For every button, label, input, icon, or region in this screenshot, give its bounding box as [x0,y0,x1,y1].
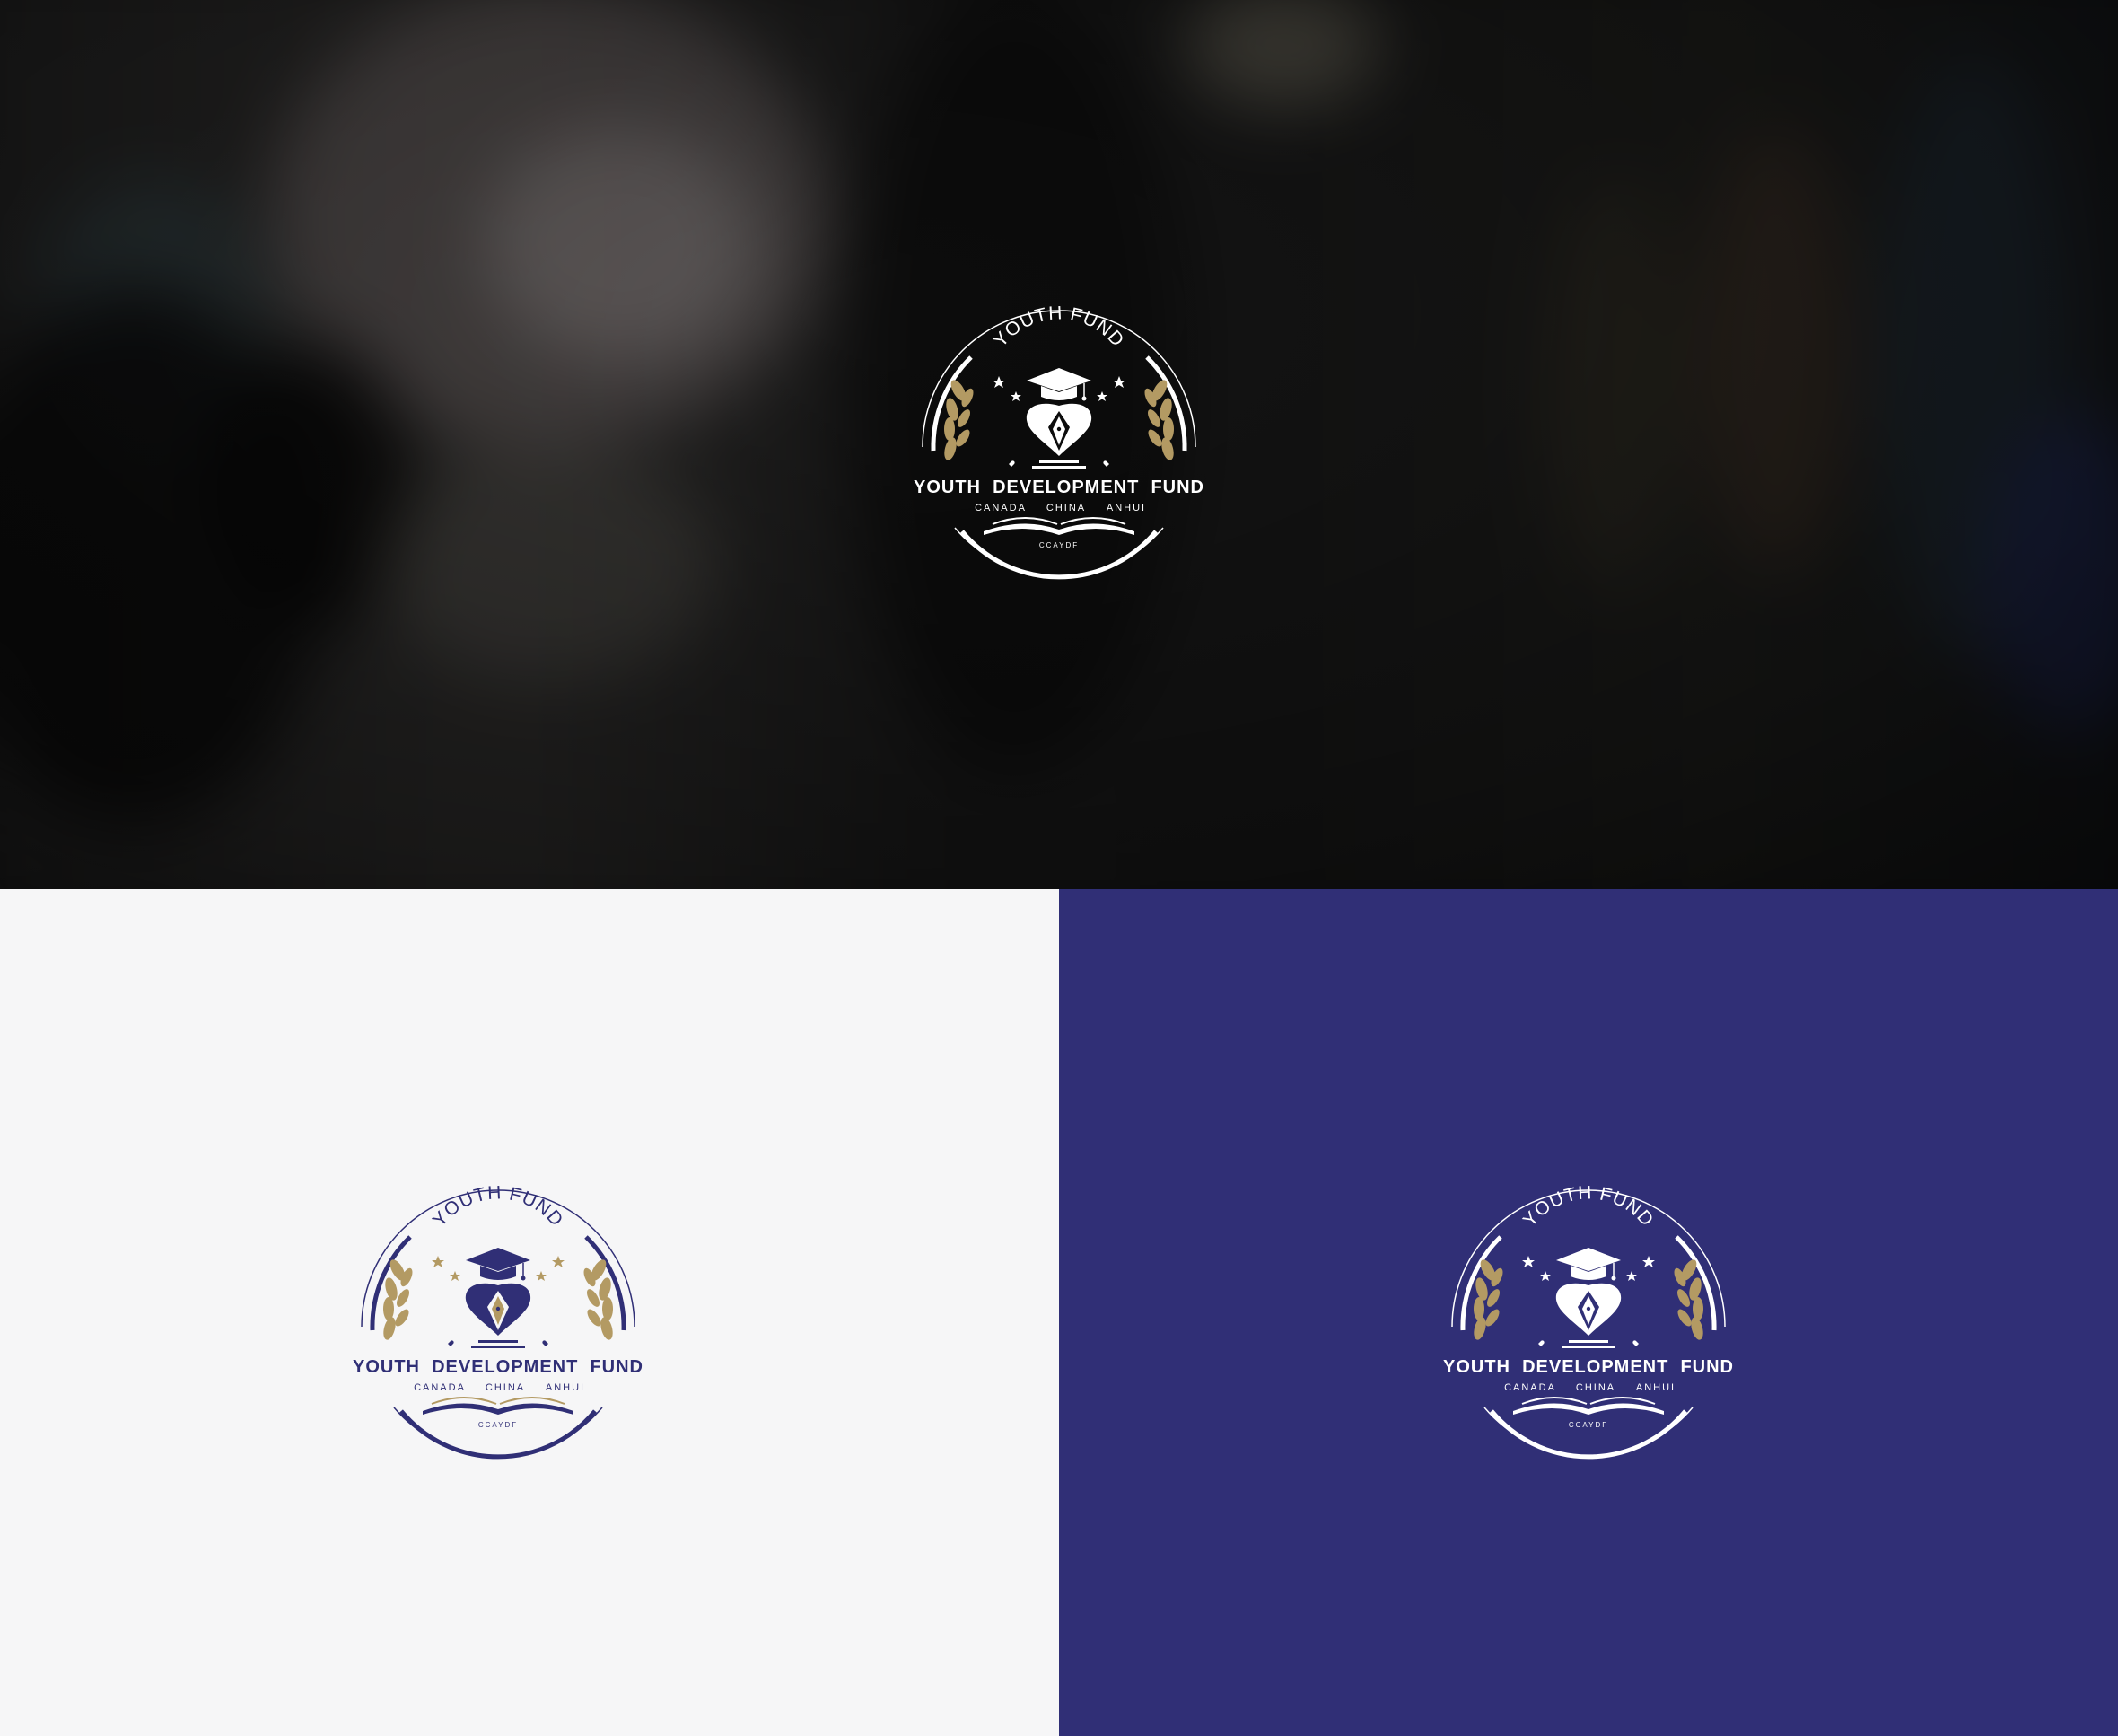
open-book-icon [1513,1397,1664,1415]
logo-location-anhui: ANHUI [546,1382,585,1393]
open-book-icon [984,517,1134,535]
logo-location-canada: CANADA [414,1382,466,1393]
pen-nib-icon [1555,1283,1622,1336]
graduation-cap-icon [1027,368,1091,401]
logo-white-on-photo: YOUTH FUND YOUTH DEVELOPMENT FUND CANADA… [906,296,1212,583]
logo-abbreviation: CCAYDF [478,1421,518,1429]
light-logo-panel: YOUTH FUND YOUTH DEVELOPMENT FUND CANADA… [0,889,1059,1736]
logo-abbreviation: CCAYDF [1569,1421,1608,1429]
logo-arc-text: YOUTH FUND [429,1182,567,1231]
hero-photo-panel: YOUTH FUND YOUTH DEVELOPMENT FUND CANADA… [0,0,2118,889]
logo-location-china: CHINA [1576,1382,1615,1393]
graduation-cap-icon [466,1248,530,1281]
logo-main-text: YOUTH DEVELOPMENT FUND [1443,1357,1734,1377]
pedestal-icon [1009,460,1109,469]
logo-location-canada: CANADA [1504,1382,1556,1393]
open-book-icon [423,1397,573,1415]
logo-location-anhui: ANHUI [1107,503,1146,513]
logo-main-text: YOUTH DEVELOPMENT FUND [914,478,1204,497]
logo-white-on-navy: YOUTH FUND YOUTH DEVELOPMENT FUND CANADA… [1436,1176,1741,1463]
logo-location-anhui: ANHUI [1636,1382,1676,1393]
logo-main-text: YOUTH DEVELOPMENT FUND [353,1357,643,1377]
logo-arc-text: YOUTH FUND [1519,1182,1658,1231]
logo-location-china: CHINA [486,1382,525,1393]
pen-nib-icon [465,1283,531,1336]
logo-location-canada: CANADA [975,503,1027,513]
pedestal-icon [448,1340,548,1348]
pen-nib-icon [1026,403,1092,456]
logo-abbreviation: CCAYDF [1039,541,1079,549]
pedestal-icon [1538,1340,1639,1348]
logo-navy-on-light: YOUTH FUND YOUTH DEVELOPMENT FUND CANADA… [346,1176,651,1463]
navy-logo-panel: YOUTH FUND YOUTH DEVELOPMENT FUND CANADA… [1059,889,2118,1736]
graduation-cap-icon [1556,1248,1621,1281]
logo-arc-text: YOUTH FUND [990,302,1128,351]
logo-location-china: CHINA [1046,503,1086,513]
